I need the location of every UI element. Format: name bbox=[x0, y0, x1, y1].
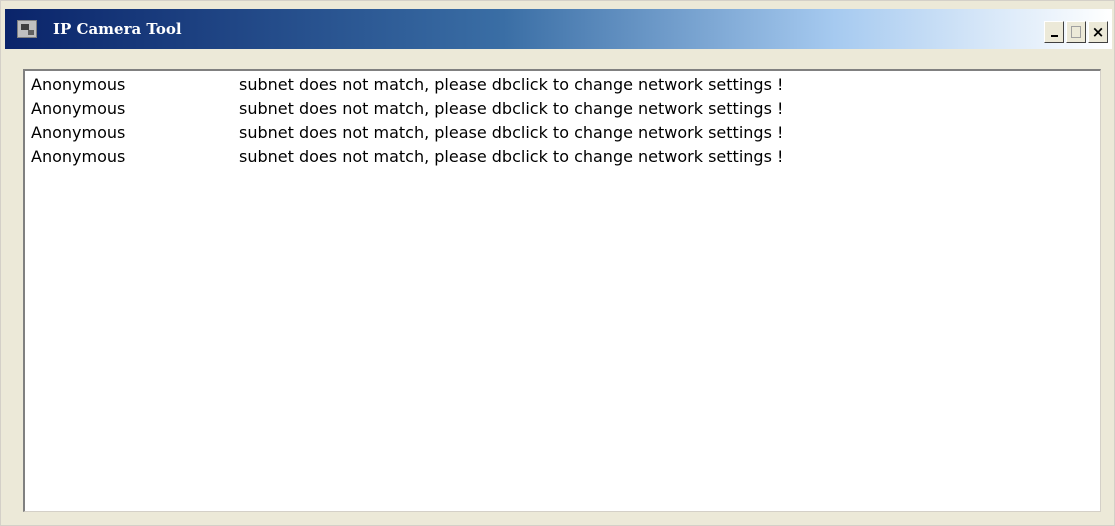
minimize-icon bbox=[1051, 35, 1058, 37]
app-icon[interactable] bbox=[17, 20, 37, 38]
maximize-button[interactable] bbox=[1066, 21, 1086, 43]
list-item[interactable]: Anonymous subnet does not match, please … bbox=[25, 73, 1100, 97]
minimize-button[interactable] bbox=[1044, 21, 1064, 43]
list-item[interactable]: Anonymous subnet does not match, please … bbox=[25, 121, 1100, 145]
device-list[interactable]: Anonymous subnet does not match, please … bbox=[23, 69, 1101, 512]
device-status: subnet does not match, please dbclick to… bbox=[239, 147, 784, 166]
window-title: IP Camera Tool bbox=[53, 20, 182, 38]
app-window: IP Camera Tool × Anonymous subnet does n… bbox=[0, 0, 1115, 526]
device-status: subnet does not match, please dbclick to… bbox=[239, 75, 784, 94]
device-status: subnet does not match, please dbclick to… bbox=[239, 123, 784, 142]
device-name: Anonymous bbox=[31, 147, 126, 166]
device-name: Anonymous bbox=[31, 123, 126, 142]
title-bar[interactable]: IP Camera Tool × bbox=[5, 9, 1112, 49]
close-icon: × bbox=[1091, 23, 1105, 41]
list-item[interactable]: Anonymous subnet does not match, please … bbox=[25, 97, 1100, 121]
maximize-icon bbox=[1071, 26, 1081, 38]
close-button[interactable]: × bbox=[1088, 21, 1108, 43]
device-name: Anonymous bbox=[31, 99, 126, 118]
list-item[interactable]: Anonymous subnet does not match, please … bbox=[25, 145, 1100, 169]
device-status: subnet does not match, please dbclick to… bbox=[239, 99, 784, 118]
device-name: Anonymous bbox=[31, 75, 126, 94]
